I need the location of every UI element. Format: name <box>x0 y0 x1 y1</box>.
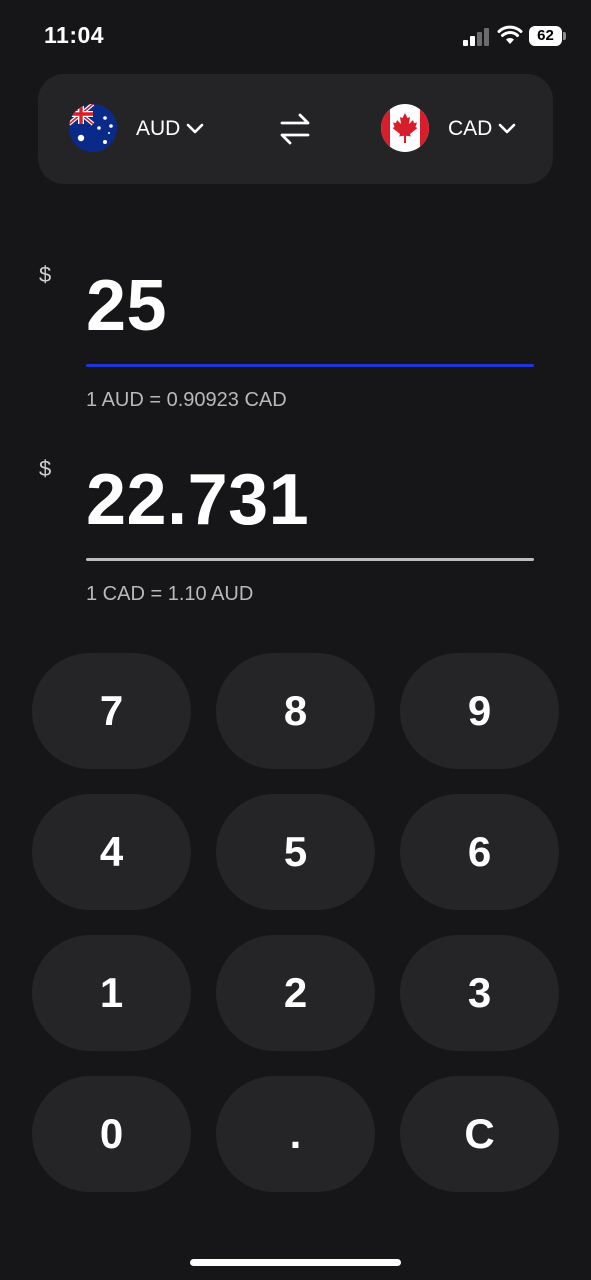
input-currency-symbol: $ <box>39 262 52 287</box>
key-8[interactable]: 8 <box>216 653 375 769</box>
from-currency-code: AUD <box>136 117 181 140</box>
swap-arrows-icon[interactable] <box>278 110 312 148</box>
key-5[interactable]: 5 <box>216 794 375 910</box>
output-underline <box>86 558 534 561</box>
status-bar: 11:04 62 <box>0 0 591 72</box>
output-currency-symbol: $ <box>39 456 52 481</box>
output-amount-field[interactable]: 22.731 <box>86 464 309 536</box>
key-6[interactable]: 6 <box>400 794 559 910</box>
cellular-signal-icon <box>463 28 491 46</box>
key-0[interactable]: 0 <box>32 1076 191 1192</box>
key-9[interactable]: 9 <box>400 653 559 769</box>
battery-level: 62 <box>537 27 554 44</box>
chevron-down-icon <box>186 123 204 135</box>
key-3[interactable]: 3 <box>400 935 559 1051</box>
input-rate-text: 1 AUD = 0.90923 CAD <box>86 389 287 411</box>
key-4[interactable]: 4 <box>32 794 191 910</box>
key-decimal[interactable]: . <box>216 1076 375 1192</box>
output-rate-text: 1 CAD = 1.10 AUD <box>86 583 254 605</box>
home-indicator[interactable] <box>190 1259 401 1266</box>
key-1[interactable]: 1 <box>32 935 191 1051</box>
input-amount-field[interactable]: 25 <box>86 270 167 342</box>
chevron-down-icon <box>498 123 516 135</box>
wifi-icon <box>497 24 523 46</box>
key-2[interactable]: 2 <box>216 935 375 1051</box>
key-clear[interactable]: C <box>400 1076 559 1192</box>
to-currency-code: CAD <box>448 117 493 140</box>
canada-flag-icon[interactable] <box>381 104 429 152</box>
status-time: 11:04 <box>44 22 105 48</box>
input-active-underline <box>86 364 534 367</box>
to-currency-dropdown[interactable]: CAD <box>448 114 516 144</box>
battery-icon: 62 <box>529 26 567 46</box>
currency-selector: AUD CAD <box>38 74 553 184</box>
key-7[interactable]: 7 <box>32 653 191 769</box>
australia-flag-icon[interactable] <box>69 104 117 152</box>
from-currency-dropdown[interactable]: AUD <box>136 114 204 144</box>
